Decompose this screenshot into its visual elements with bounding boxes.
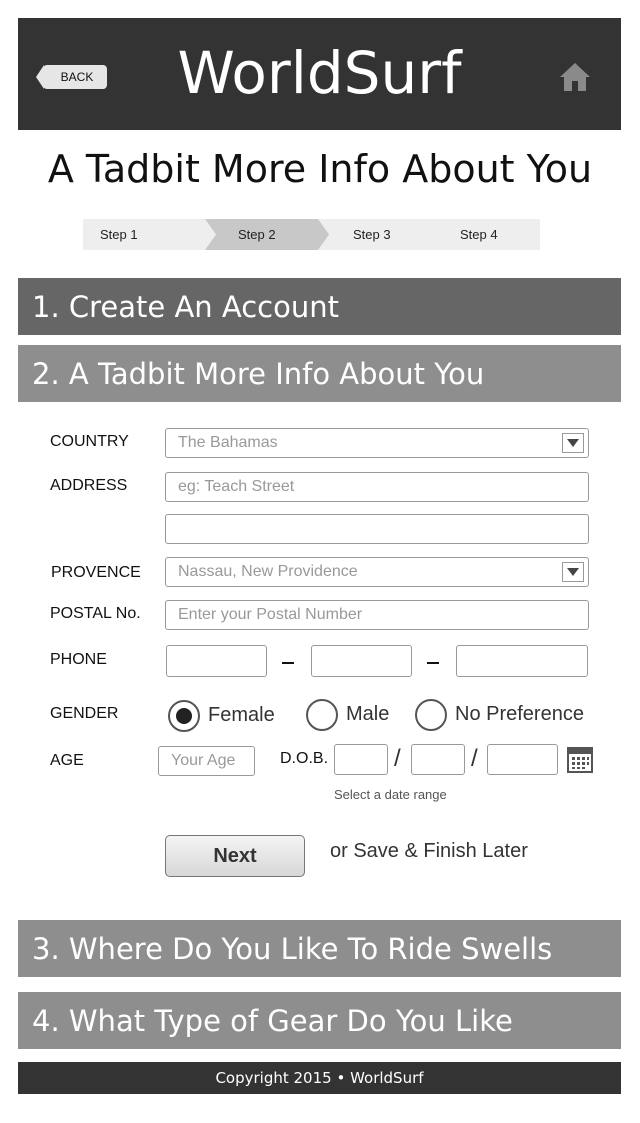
section-gear[interactable]: 4. What Type of Gear Do You Like bbox=[18, 992, 621, 1049]
step-1-label: Step 1 bbox=[100, 227, 138, 242]
gender-no-preference-label[interactable]: No Preference bbox=[455, 703, 584, 726]
gender-label: GENDER bbox=[50, 705, 119, 722]
step-3[interactable]: Step 3 bbox=[318, 219, 438, 250]
step-2[interactable]: Step 2 bbox=[205, 219, 331, 250]
gender-female-label[interactable]: Female bbox=[208, 704, 275, 727]
calendar-icon[interactable] bbox=[567, 747, 593, 773]
app-header: BACK WorldSurf bbox=[18, 18, 621, 130]
next-button[interactable]: Next bbox=[165, 835, 305, 877]
address-input[interactable]: eg: Teach Street bbox=[165, 472, 589, 502]
country-label: COUNTRY bbox=[50, 433, 129, 450]
dob-hint: Select a date range bbox=[334, 787, 447, 802]
province-value: Nassau, New Providence bbox=[178, 563, 358, 580]
step-3-label: Step 3 bbox=[353, 227, 391, 242]
phone-line-input[interactable] bbox=[456, 645, 588, 677]
province-label: PROVENCE bbox=[51, 564, 141, 581]
chevron-down-icon[interactable] bbox=[562, 433, 584, 453]
age-placeholder: Your Age bbox=[171, 752, 236, 769]
dob-label: D.O.B. bbox=[280, 750, 329, 767]
address-label: ADDRESS bbox=[50, 477, 128, 494]
step-4[interactable]: Step 4 bbox=[426, 219, 540, 250]
phone-dash bbox=[427, 662, 439, 664]
age-input[interactable]: Your Age bbox=[158, 746, 255, 776]
dob-year-input[interactable] bbox=[487, 744, 558, 775]
dob-separator: / bbox=[471, 745, 478, 772]
province-select[interactable]: Nassau, New Providence bbox=[165, 557, 589, 587]
step-1[interactable]: Step 1 bbox=[83, 219, 216, 250]
phone-area-input[interactable] bbox=[166, 645, 267, 677]
gender-male-label[interactable]: Male bbox=[346, 703, 389, 726]
gender-no-preference-radio[interactable] bbox=[415, 699, 447, 731]
step-2-label: Step 2 bbox=[238, 227, 276, 242]
step-4-label: Step 4 bbox=[460, 227, 498, 242]
address-placeholder: eg: Teach Street bbox=[178, 478, 295, 495]
brand-title: WorldSurf bbox=[177, 39, 462, 107]
age-label: AGE bbox=[50, 752, 84, 769]
postal-input[interactable]: Enter your Postal Number bbox=[165, 600, 589, 630]
dob-day-input[interactable] bbox=[411, 744, 465, 775]
phone-label: PHONE bbox=[50, 651, 107, 668]
section-ride-swells[interactable]: 3. Where Do You Like To Ride Swells bbox=[18, 920, 621, 977]
postal-placeholder: Enter your Postal Number bbox=[178, 606, 363, 623]
footer-copyright: Copyright 2015 • WorldSurf bbox=[18, 1062, 621, 1094]
section-create-account[interactable]: 1. Create An Account bbox=[18, 278, 621, 335]
step-progress: Step 1 Step 2 Step 3 Step 4 bbox=[83, 219, 540, 250]
dob-month-input[interactable] bbox=[334, 744, 388, 775]
country-select[interactable]: The Bahamas bbox=[165, 428, 589, 458]
postal-label: POSTAL No. bbox=[50, 605, 141, 622]
chevron-down-icon[interactable] bbox=[562, 562, 584, 582]
gender-male-radio[interactable] bbox=[306, 699, 338, 731]
section-more-info[interactable]: 2. A Tadbit More Info About You bbox=[18, 345, 621, 402]
address-line-2-input[interactable] bbox=[165, 514, 589, 544]
page-title: A Tadbit More Info About You bbox=[47, 147, 593, 191]
home-icon[interactable] bbox=[558, 61, 592, 93]
phone-dash bbox=[282, 662, 294, 664]
country-value: The Bahamas bbox=[178, 434, 278, 451]
gender-female-radio[interactable] bbox=[168, 700, 200, 732]
save-finish-later-link[interactable]: or Save & Finish Later bbox=[330, 840, 528, 863]
phone-prefix-input[interactable] bbox=[311, 645, 412, 677]
dob-separator: / bbox=[394, 745, 401, 772]
